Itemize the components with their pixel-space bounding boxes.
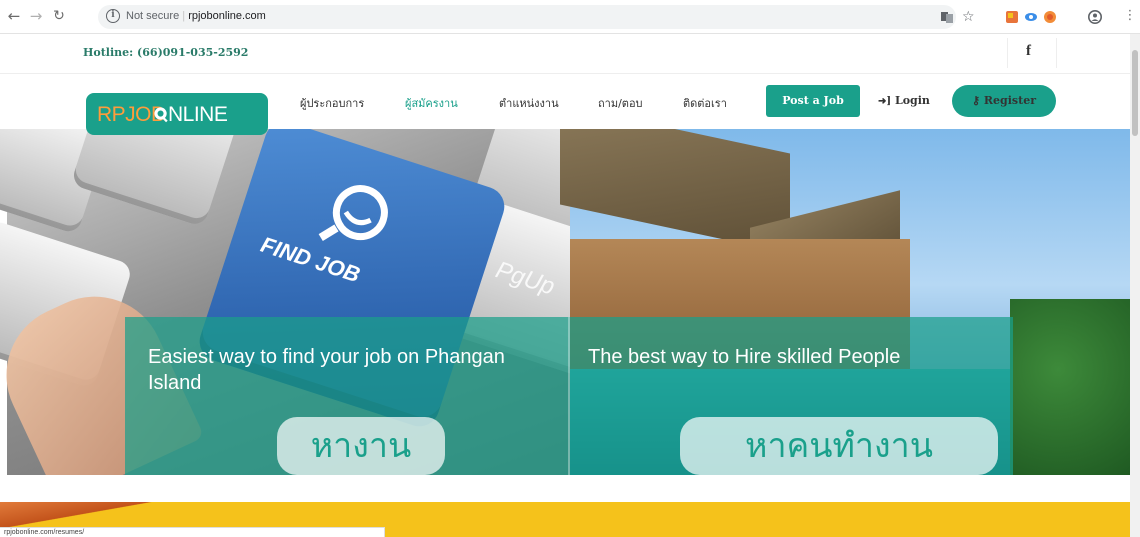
info-icon[interactable]: i: [106, 9, 120, 23]
extension-icon[interactable]: [1043, 10, 1057, 24]
extension-icon[interactable]: [1024, 10, 1038, 24]
hero-banner: FIND JOB PgUp Easiest way to find your j…: [0, 129, 1130, 475]
register-label: Register: [983, 94, 1036, 107]
url-text: rpjobonline.com: [188, 10, 266, 22]
top-bar: Hotline: (66)091-035-2592 f: [0, 35, 1140, 73]
register-button[interactable]: ⚷ Register: [952, 85, 1056, 117]
scrollbar-thumb[interactable]: [1132, 50, 1138, 136]
trees: [1010, 299, 1130, 475]
login-link[interactable]: ➜] Login: [878, 94, 930, 107]
login-icon: ➜]: [878, 96, 892, 107]
post-job-button[interactable]: Post a Job: [766, 85, 860, 117]
find-workers-button[interactable]: หาคนทำงาน: [680, 417, 998, 475]
find-job-button[interactable]: หางาน: [277, 417, 445, 475]
facebook-link[interactable]: f: [1007, 38, 1057, 68]
hero-overlay: Easiest way to find your job on Phangan …: [125, 317, 1013, 475]
back-icon[interactable]: ←: [6, 8, 22, 24]
hotline-text: Hotline: (66)091-035-2592: [83, 46, 249, 59]
forward-icon[interactable]: →: [28, 8, 44, 24]
browser-toolbar: ← → ↻ i Not secure | rpjobonline.com ☆ ⋮: [0, 0, 1140, 34]
login-label: Login: [894, 94, 930, 107]
nav-item-positions[interactable]: ตำแหน่งงาน: [499, 94, 559, 112]
address-text: Not secure | rpjobonline.com: [126, 10, 266, 22]
key-icon: ⚷: [972, 94, 984, 107]
hero-left-heading: Easiest way to find your job on Phangan …: [148, 346, 505, 394]
facebook-icon: f: [1026, 43, 1031, 59]
profile-icon[interactable]: [1088, 10, 1102, 24]
logo-text-part2: NLINE: [168, 103, 228, 126]
nav-item-job-seekers[interactable]: ผู้สมัครงาน: [405, 94, 458, 112]
nav-item-faq[interactable]: ถาม/ตอบ: [598, 94, 643, 112]
extension-icon[interactable]: [1005, 10, 1019, 24]
nav-item-contact[interactable]: ติดต่อเรา: [683, 94, 727, 112]
site-header: RPJOB NLINE ผู้ประกอบการ ผู้สมัครงาน ตำแ…: [0, 73, 1130, 135]
reload-icon[interactable]: ↻: [51, 8, 67, 24]
nav-item-employers[interactable]: ผู้ประกอบการ: [300, 94, 364, 112]
address-bar[interactable]: i Not secure | rpjobonline.com: [98, 5, 956, 29]
hero-right-heading: The best way to Hire skilled People: [588, 346, 901, 368]
bookmark-star-icon[interactable]: ☆: [962, 10, 976, 24]
security-label: Not secure: [126, 10, 180, 22]
scrollbar[interactable]: [1130, 34, 1140, 537]
menu-dots-icon[interactable]: ⋮: [1122, 8, 1138, 24]
translate-icon[interactable]: [940, 10, 954, 24]
status-bar: rpjobonline.com/resumes/: [0, 527, 385, 537]
site-logo[interactable]: RPJOB NLINE: [86, 93, 268, 135]
